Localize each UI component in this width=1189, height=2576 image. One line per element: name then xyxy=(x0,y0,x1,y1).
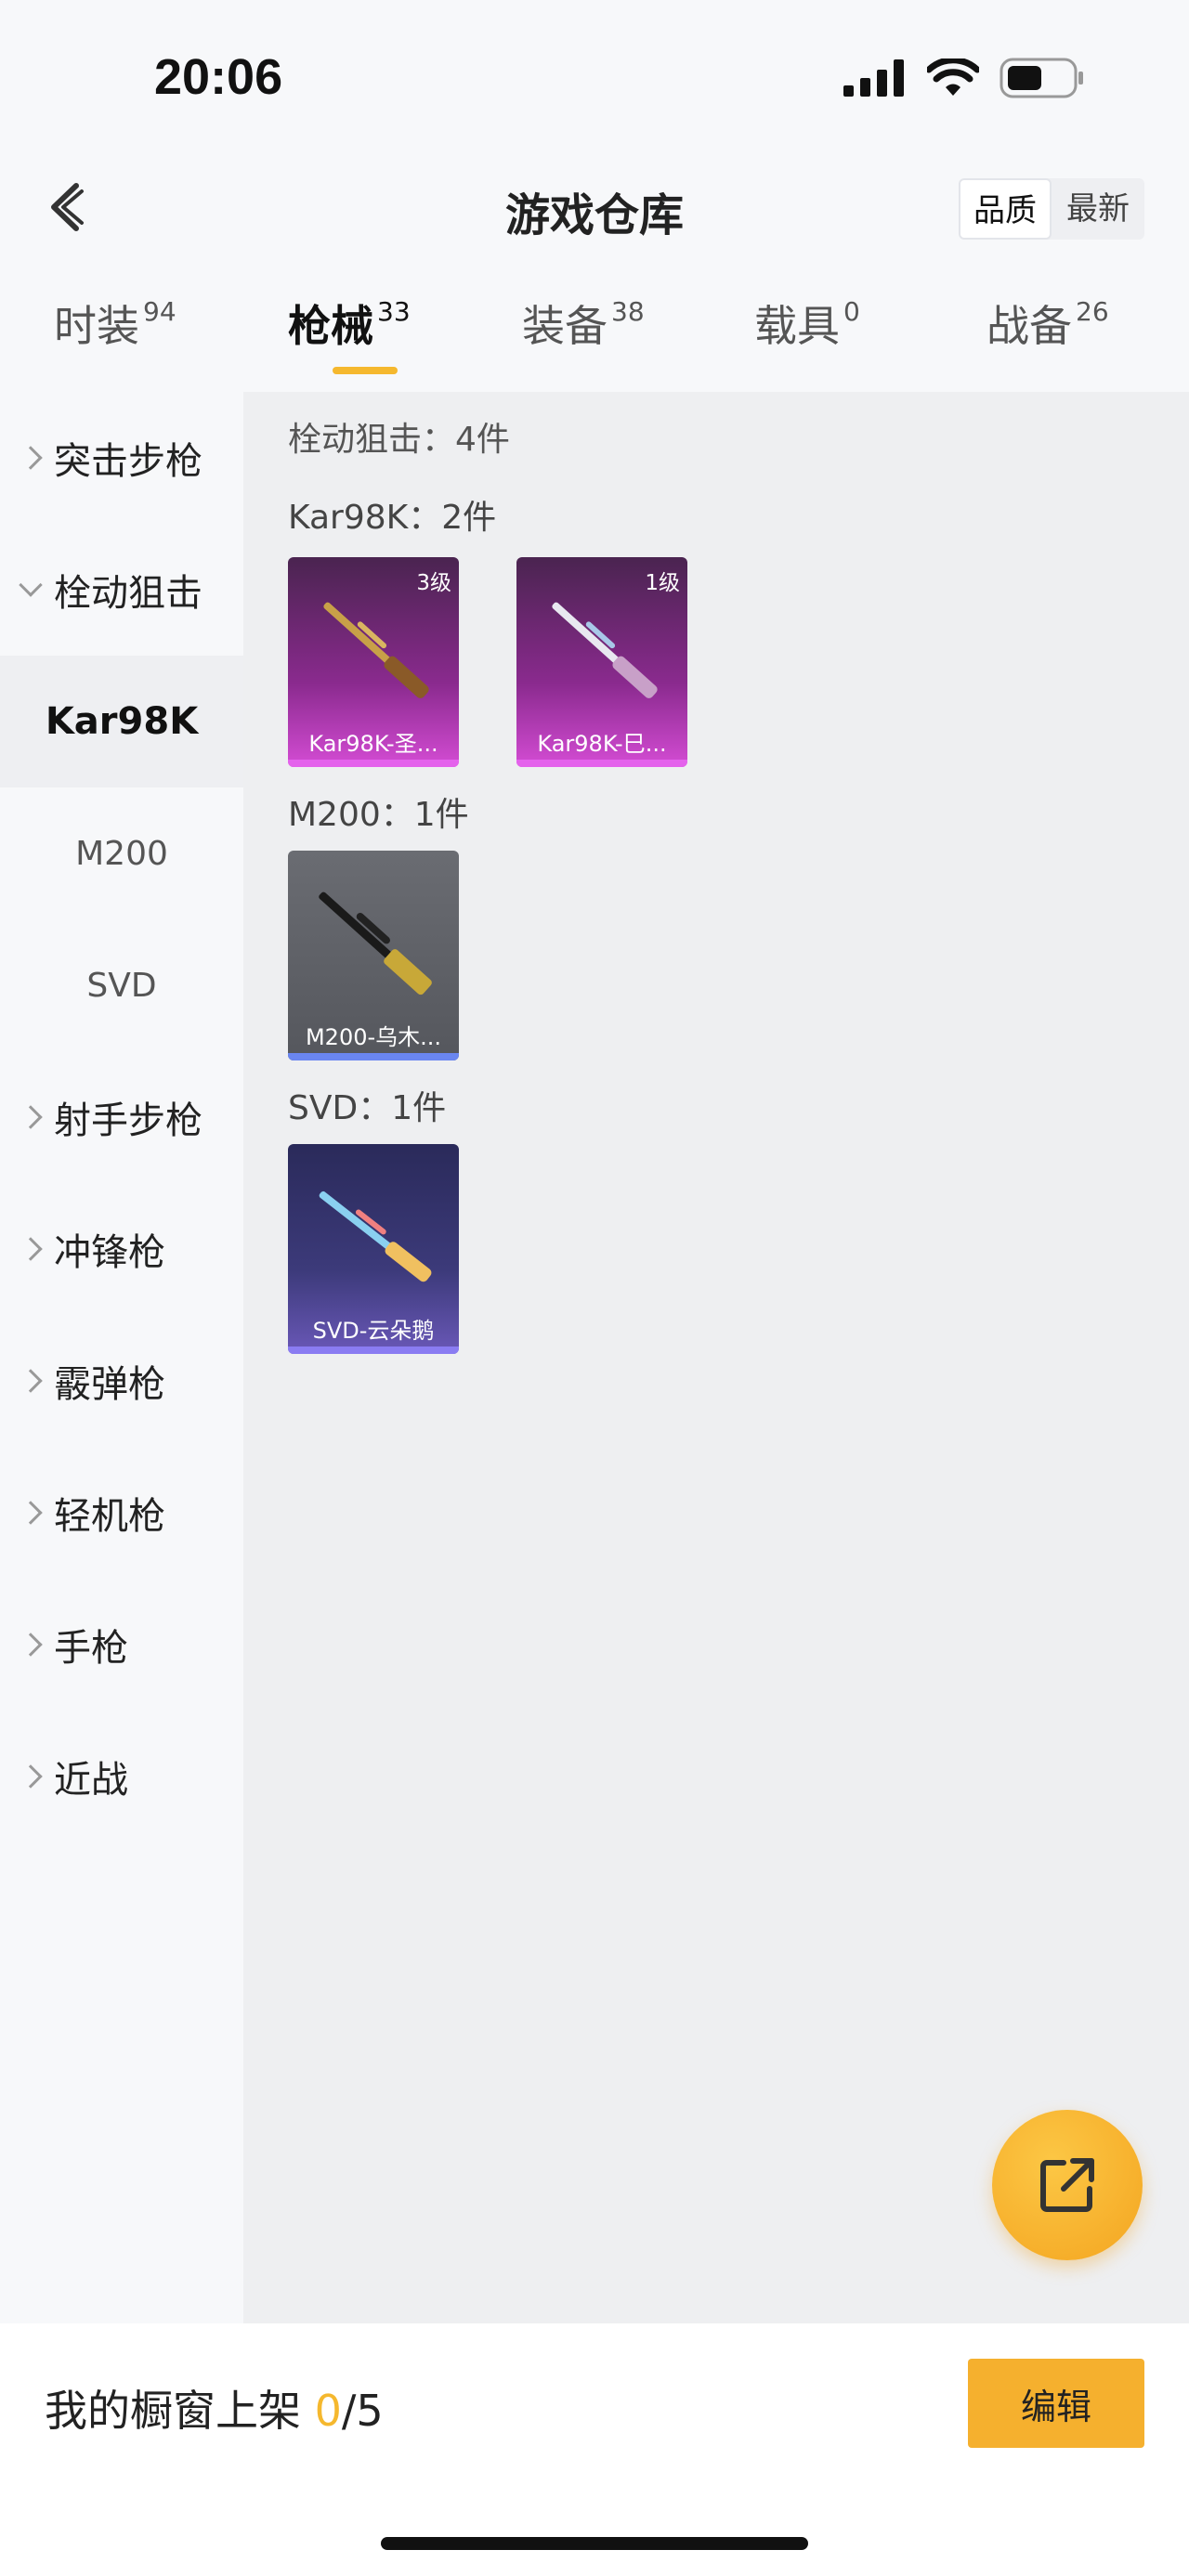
showcase-label: 我的橱窗上架 xyxy=(45,2386,315,2436)
sidebar-item-marksman-rifle[interactable]: 射手步枪 xyxy=(0,1051,243,1183)
status-bar: 20:06 xyxy=(0,0,1189,158)
signal-icon xyxy=(843,59,904,97)
status-time: 20:06 xyxy=(154,49,283,105)
sidebar-item-label: 栓动狙击 xyxy=(54,572,203,615)
item-card[interactable]: 3级 Kar98K-圣... xyxy=(288,557,459,767)
showcase-count: 0 xyxy=(314,2386,342,2436)
battery-icon xyxy=(1000,58,1083,98)
category-sidebar: 突击步枪 栓动狙击 Kar98K M200 SVD 射手步枪 冲锋枪 霰弹枪 轻… xyxy=(0,392,243,2323)
sidebar-item-label: 近战 xyxy=(54,1759,128,1802)
sidebar-item-melee[interactable]: 近战 xyxy=(0,1711,243,1842)
sidebar-item-label: 射手步枪 xyxy=(54,1099,203,1142)
sniper-rifle-icon xyxy=(552,602,658,698)
nav-header: 游戏仓库 品质 最新 xyxy=(0,158,1189,260)
group-title-svd: SVD：1件 xyxy=(288,1089,447,1127)
sidebar-item-label: 冲锋枪 xyxy=(54,1231,165,1274)
sidebar-item-label: 手枪 xyxy=(54,1627,128,1670)
home-indicator[interactable] xyxy=(381,2537,808,2550)
wifi-icon xyxy=(927,59,979,96)
sidebar-subitem-m200[interactable]: M200 xyxy=(0,787,243,919)
sidebar-item-bolt-sniper[interactable]: 栓动狙击 xyxy=(0,524,243,656)
tab-vehicles[interactable]: 载具 0 xyxy=(754,293,860,385)
tab-count: 26 xyxy=(1076,296,1109,327)
tab-fashion[interactable]: 时装 94 xyxy=(54,293,176,385)
chevron-right-icon xyxy=(19,1501,43,1525)
showcase-status: 我的橱窗上架 0/5 xyxy=(45,2377,384,2439)
sniper-rifle-icon xyxy=(319,1190,432,1282)
sidebar-item-lmg[interactable]: 轻机枪 xyxy=(0,1447,243,1579)
rarity-bar xyxy=(516,760,687,767)
tab-label: 战备 xyxy=(986,301,1072,351)
chevron-right-icon xyxy=(19,1764,43,1789)
sort-toggle: 品质 最新 xyxy=(959,178,1144,240)
sniper-rifle-icon xyxy=(319,891,432,995)
tab-count: 94 xyxy=(143,296,176,327)
sort-quality-button[interactable]: 品质 xyxy=(959,178,1052,240)
tab-count: 33 xyxy=(377,296,411,327)
tab-active-indicator xyxy=(333,367,398,374)
chevron-right-icon xyxy=(19,1369,43,1393)
showcase-bar: 我的橱窗上架 0/5 编辑 xyxy=(0,2323,1189,2576)
sidebar-item-label: 霰弹枪 xyxy=(54,1363,165,1406)
item-name: Kar98K-巳... xyxy=(537,731,667,757)
inventory-content: 栓动狙击：4件 Kar98K：2件 3级 Kar98K-圣... 1级 Kar9… xyxy=(243,392,1189,2323)
sidebar-item-smg[interactable]: 冲锋枪 xyxy=(0,1183,243,1315)
tab-equipment[interactable]: 装备 38 xyxy=(522,293,645,385)
item-level: 1级 xyxy=(645,571,680,595)
sidebar-subitem-kar98k[interactable]: Kar98K xyxy=(0,656,243,787)
tab-supplies[interactable]: 战备 26 xyxy=(986,293,1109,385)
item-name: SVD-云朵鹅 xyxy=(312,1318,435,1344)
sniper-rifle-icon xyxy=(323,602,429,698)
rarity-bar xyxy=(288,760,459,767)
status-icons xyxy=(843,58,1085,98)
section-title: 栓动狙击：4件 xyxy=(288,421,510,459)
chevron-down-icon xyxy=(19,573,43,597)
tab-weapons[interactable]: 枪械 33 xyxy=(288,293,411,385)
share-icon xyxy=(1040,2158,1094,2212)
tab-label: 装备 xyxy=(522,301,608,351)
tab-label: 载具 xyxy=(754,301,840,351)
tab-label: 枪械 xyxy=(288,301,373,351)
rarity-bar xyxy=(288,1053,459,1060)
showcase-total: /5 xyxy=(341,2386,384,2436)
chevron-right-icon xyxy=(19,1105,43,1129)
item-card[interactable]: SVD-云朵鹅 xyxy=(288,1144,459,1354)
item-card[interactable]: 1级 Kar98K-巳... xyxy=(516,557,687,767)
share-button[interactable] xyxy=(992,2110,1143,2260)
sidebar-subitem-svd[interactable]: SVD xyxy=(0,919,243,1051)
group-title-m200: M200：1件 xyxy=(288,796,469,834)
sidebar-item-assault-rifle[interactable]: 突击步枪 xyxy=(0,392,243,524)
item-card[interactable]: M200-乌木... xyxy=(288,851,459,1060)
sidebar-item-pistol[interactable]: 手枪 xyxy=(0,1579,243,1711)
category-tabs: 时装 94 枪械 33 装备 38 载具 0 战备 26 xyxy=(0,293,1189,385)
tab-count: 38 xyxy=(611,296,645,327)
sort-newest-button[interactable]: 最新 xyxy=(1052,178,1144,240)
item-name: M200-乌木... xyxy=(305,1024,442,1050)
tab-count: 0 xyxy=(843,296,860,327)
item-level: 3级 xyxy=(416,571,451,595)
sidebar-item-shotgun[interactable]: 霰弹枪 xyxy=(0,1315,243,1447)
chevron-right-icon xyxy=(19,1633,43,1657)
edit-button[interactable]: 编辑 xyxy=(968,2359,1144,2448)
item-name: Kar98K-圣... xyxy=(308,731,438,757)
chevron-right-icon xyxy=(19,446,43,470)
chevron-right-icon xyxy=(19,1237,43,1261)
rarity-bar xyxy=(288,1347,459,1354)
sidebar-item-label: 轻机枪 xyxy=(54,1495,165,1538)
group-title-kar98k: Kar98K：2件 xyxy=(288,499,497,537)
sidebar-item-label: 突击步枪 xyxy=(54,440,203,483)
tab-label: 时装 xyxy=(54,301,139,351)
